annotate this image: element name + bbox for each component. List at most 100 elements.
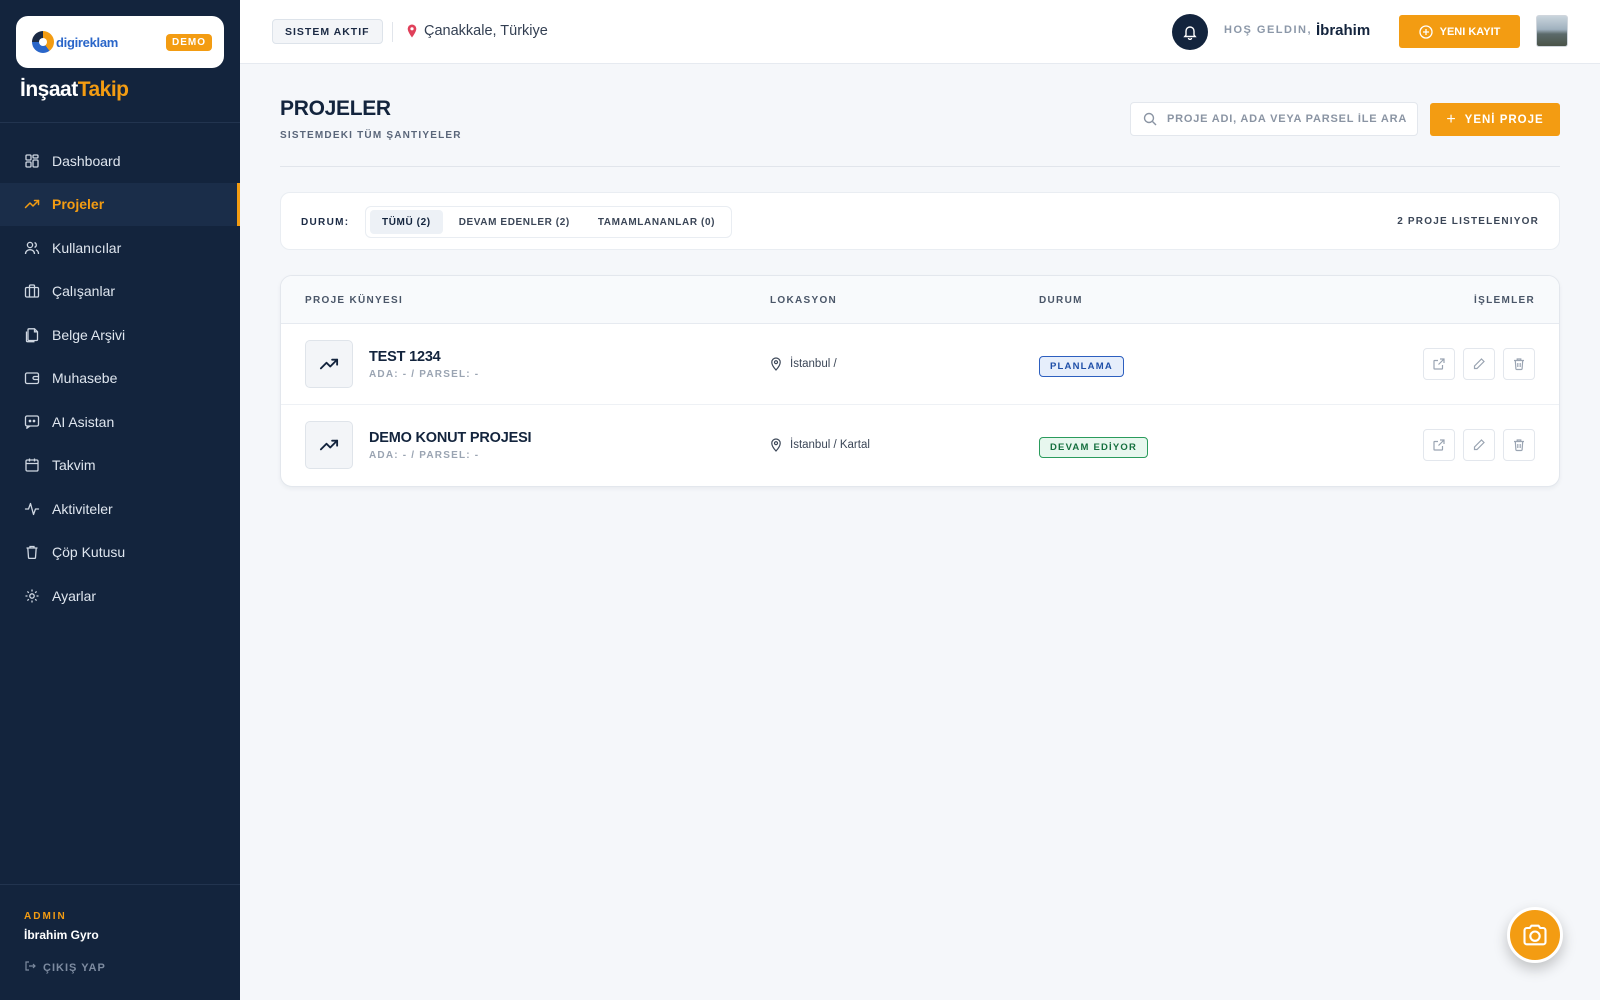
sidebar-item-dashboard[interactable]: Dashboard	[0, 139, 240, 183]
search-input[interactable]	[1167, 113, 1407, 125]
location-pin-icon	[407, 24, 417, 38]
sidebar-item-ayarlar[interactable]: Ayarlar	[0, 574, 240, 618]
filter-label: DURUM:	[301, 217, 350, 228]
trash-icon	[24, 544, 40, 560]
trending-up-icon	[319, 439, 339, 451]
filter-completed-button[interactable]: TAMAMLANANLAR (0)	[586, 210, 727, 234]
new-project-label: YENİ PROJE	[1464, 113, 1544, 126]
trending-up-icon	[24, 196, 40, 212]
user-name: İbrahim Gyro	[24, 928, 99, 942]
sidebar-item-label: Çöp Kutusu	[52, 544, 126, 561]
column-header-actions: İŞLEMLER	[1474, 295, 1535, 306]
open-button[interactable]	[1423, 429, 1455, 461]
brand-logo: digireklam	[32, 31, 118, 53]
filter-ongoing-button[interactable]: DEVAM EDENLER (2)	[447, 210, 582, 234]
notification-button[interactable]	[1172, 14, 1208, 50]
search-box[interactable]	[1130, 102, 1418, 136]
open-button[interactable]	[1423, 348, 1455, 380]
external-link-icon	[1433, 358, 1445, 370]
sidebar-item-label: Çalışanlar	[52, 283, 116, 300]
listing-count: 2 PROJE LISTELENIYOR	[1397, 216, 1539, 227]
sidebar-item-kullanicilar[interactable]: Kullanıcılar	[0, 226, 240, 270]
sidebar: digireklam DEMO İnşaatTakip Dashboard Pr…	[0, 0, 240, 1000]
table-header: PROJE KÜNYESI LOKASYON DURUM İŞLEMLER	[281, 276, 1559, 324]
header-divider	[280, 166, 1560, 167]
delete-button[interactable]	[1503, 429, 1535, 461]
new-project-button[interactable]: + YENİ PROJE	[1430, 103, 1560, 136]
plus-circle-icon	[1418, 24, 1433, 39]
briefcase-icon	[24, 283, 40, 299]
sidebar-item-ai-asistan[interactable]: AI Asistan	[0, 400, 240, 444]
welcome-label: HOŞ GELDIN,	[1224, 24, 1313, 36]
table-row[interactable]: DEMO KONUT PROJESI ADA: - / PARSEL: - İs…	[281, 405, 1559, 486]
sidebar-item-cop-kutusu[interactable]: Çöp Kutusu	[0, 531, 240, 575]
sidebar-item-takvim[interactable]: Takvim	[0, 444, 240, 488]
logout-icon	[24, 960, 36, 975]
app-name: İnşaatTakip	[20, 78, 129, 102]
column-header-location: LOKASYON	[770, 295, 838, 306]
row-actions	[1423, 429, 1535, 461]
search-icon	[1143, 112, 1157, 126]
sidebar-item-label: Belge Arşivi	[52, 326, 126, 343]
wallet-icon	[24, 370, 40, 386]
sidebar-item-projeler[interactable]: Projeler	[0, 182, 240, 226]
app-name-part1: İnşaat	[20, 78, 78, 101]
plus-icon: +	[1446, 110, 1457, 128]
status-filter-group: TÜMÜ (2) DEVAM EDENLER (2) TAMAMLANANLAR…	[365, 206, 733, 238]
project-name[interactable]: DEMO KONUT PROJESI	[369, 430, 532, 446]
table-row[interactable]: TEST 1234 ADA: - / PARSEL: - İstanbul / …	[281, 324, 1559, 405]
avatar[interactable]	[1536, 15, 1568, 47]
location-text: Çanakkale, Türkiye	[424, 23, 548, 39]
sidebar-item-label: Takvim	[52, 457, 96, 474]
sidebar-divider	[0, 122, 240, 123]
project-name[interactable]: TEST 1234	[369, 349, 441, 365]
project-location: İstanbul /	[770, 357, 837, 371]
files-icon	[24, 327, 40, 343]
column-header-status: DURUM	[1039, 295, 1083, 306]
sidebar-item-label: Ayarlar	[52, 587, 97, 604]
project-icon	[305, 340, 353, 388]
sidebar-item-label: Muhasebe	[52, 370, 118, 387]
filter-all-button[interactable]: TÜMÜ (2)	[370, 210, 443, 234]
sidebar-item-label: AI Asistan	[52, 413, 115, 430]
project-location-text: İstanbul / Kartal	[790, 439, 870, 451]
new-record-label: YENI KAYIT	[1439, 25, 1501, 38]
row-actions	[1423, 348, 1535, 380]
welcome-name: İbrahim	[1316, 22, 1371, 39]
logout-button[interactable]: ÇIKIŞ YAP	[24, 960, 106, 975]
bell-icon	[1183, 26, 1197, 40]
external-link-icon	[1433, 439, 1445, 451]
sidebar-item-label: Kullanıcılar	[52, 239, 122, 256]
sidebar-item-belge-arsivi[interactable]: Belge Arşivi	[0, 313, 240, 357]
system-status-badge: SISTEM AKTIF	[272, 19, 383, 44]
demo-badge: DEMO	[166, 33, 212, 51]
delete-button[interactable]	[1503, 348, 1535, 380]
camera-button[interactable]	[1507, 907, 1563, 963]
sidebar-item-label: Projeler	[52, 196, 105, 213]
brand-logo-icon	[32, 31, 54, 53]
edit-button[interactable]	[1463, 429, 1495, 461]
brand-card[interactable]: digireklam DEMO	[16, 16, 224, 68]
user-role: ADMIN	[24, 911, 67, 922]
status-badge: PLANLAMA	[1039, 356, 1124, 377]
sidebar-item-calisanlar[interactable]: Çalışanlar	[0, 270, 240, 314]
sidebar-item-label: Dashboard	[52, 152, 121, 169]
map-pin-icon	[771, 357, 781, 371]
status-badge: DEVAM EDİYOR	[1039, 437, 1149, 458]
sidebar-bottom-divider	[0, 884, 240, 885]
page-subtitle: SISTEMDEKI TÜM ŞANTIYELER	[280, 130, 462, 141]
edit-button[interactable]	[1463, 348, 1495, 380]
activity-icon	[24, 501, 40, 517]
pencil-icon	[1473, 358, 1485, 370]
sidebar-item-aktiviteler[interactable]: Aktiviteler	[0, 487, 240, 531]
top-location: Çanakkale, Türkiye	[406, 23, 548, 39]
project-meta: ADA: - / PARSEL: -	[369, 369, 480, 380]
pencil-icon	[1473, 439, 1485, 451]
sidebar-item-muhasebe[interactable]: Muhasebe	[0, 357, 240, 401]
page-title: PROJELER	[280, 97, 391, 120]
new-record-button[interactable]: YENI KAYIT	[1399, 15, 1520, 48]
filter-bar: DURUM: TÜMÜ (2) DEVAM EDENLER (2) TAMAML…	[280, 192, 1560, 250]
map-pin-icon	[771, 438, 781, 452]
projects-table: PROJE KÜNYESI LOKASYON DURUM İŞLEMLER TE…	[280, 275, 1560, 487]
sidebar-nav: Dashboard Projeler Kullanıcılar Çalışanl…	[0, 139, 240, 618]
